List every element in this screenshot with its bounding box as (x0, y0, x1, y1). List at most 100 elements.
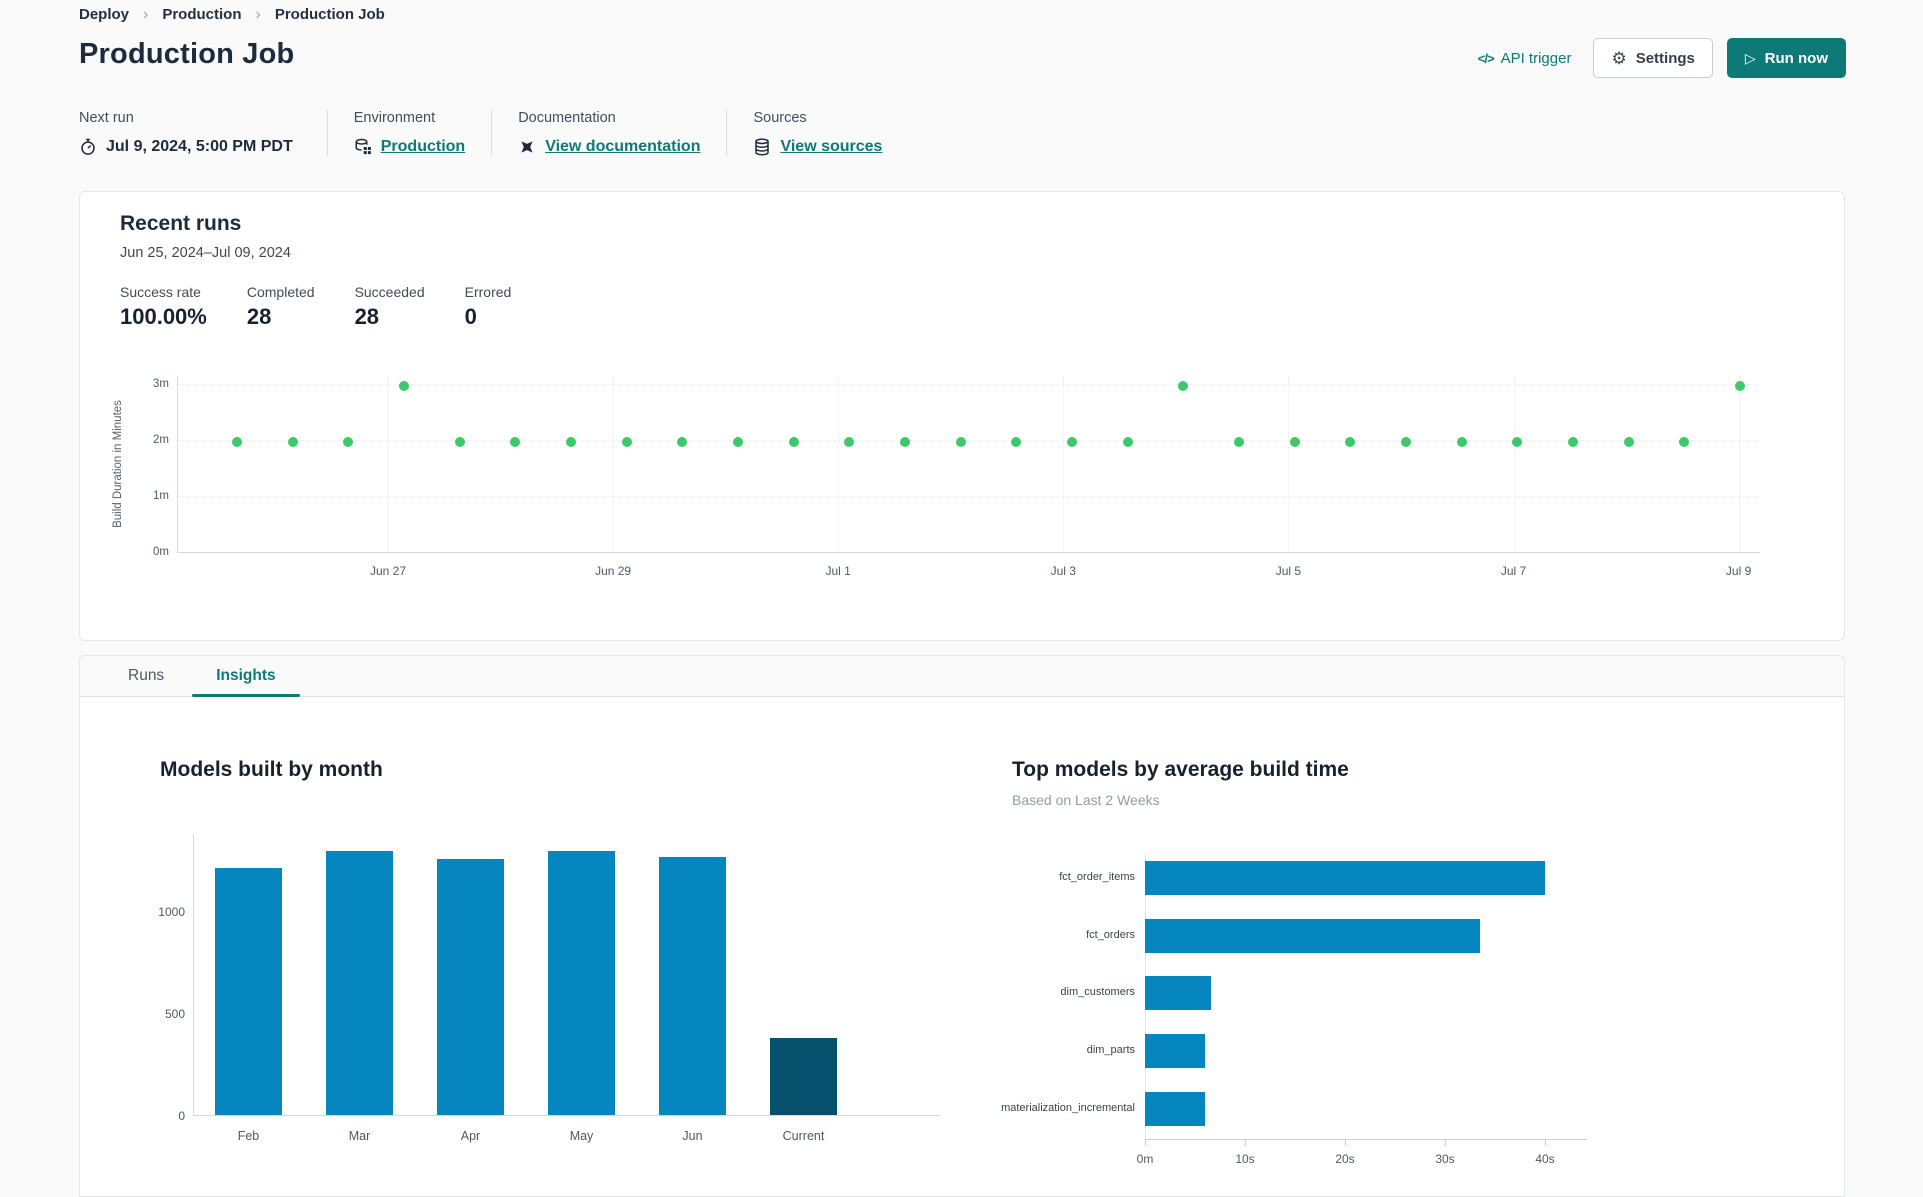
month-bar (548, 851, 615, 1115)
api-trigger-link[interactable]: </> API trigger (1478, 50, 1572, 67)
x-tick-label: Jun 27 (369, 564, 407, 578)
models-built-chart-title: Models built by month (160, 758, 383, 781)
stat-success-rate: Success rate 100.00% (120, 284, 207, 330)
y-tick-label: 2m (153, 434, 169, 446)
run-dot (232, 436, 242, 447)
top-models-chart-title: Top models by average build time (1012, 758, 1349, 781)
gridline (177, 440, 1760, 441)
y-tick-label: 500 (164, 1007, 185, 1021)
build-time-bar (1145, 1034, 1205, 1069)
x-tick-mark (1245, 1139, 1246, 1146)
month-bar (326, 851, 393, 1115)
x-tick-label: 20s (1335, 1152, 1355, 1166)
model-label: materialization_incremental (1001, 1101, 1135, 1114)
y-tick-label: 1m (153, 490, 169, 502)
run-dot (1512, 436, 1523, 447)
x-axis-line (1145, 1139, 1587, 1140)
run-dot (510, 436, 521, 447)
run-dot (1289, 436, 1300, 447)
x-tick-label: 40s (1535, 1152, 1555, 1166)
x-tick-label: 30s (1435, 1152, 1455, 1166)
run-now-label: Run now (1764, 49, 1828, 67)
meta-next-run: Next run Jul 9, 2024, 5:00 PM PDT (79, 110, 327, 156)
x-tick-label: Jul 5 (1275, 564, 1302, 578)
next-run-label: Next run (79, 110, 134, 126)
run-dot (1623, 436, 1634, 447)
build-time-bar (1145, 861, 1545, 895)
y-axis-line (177, 376, 178, 553)
next-run-value: Jul 9, 2024, 5:00 PM PDT (106, 138, 293, 155)
meta-documentation: Documentation View documentation (491, 110, 726, 156)
api-trigger-label: API trigger (1500, 49, 1572, 67)
run-dot (621, 436, 632, 447)
x-tick-label: Jun (682, 1129, 703, 1143)
environment-icon (354, 138, 372, 156)
gridline (1288, 376, 1290, 552)
y-tick-label: 1000 (158, 905, 185, 919)
job-meta-row: Next run Jul 9, 2024, 5:00 PM PDT Enviro… (79, 110, 908, 156)
model-label: dim_customers (1060, 986, 1135, 999)
x-tick-label: Jul 9 (1725, 564, 1752, 578)
run-dot (398, 380, 409, 391)
run-dot (343, 436, 354, 447)
stopwatch-icon (79, 138, 97, 156)
run-dot (1456, 436, 1467, 447)
x-tick-label: 0m (1136, 1152, 1154, 1166)
run-dot (454, 436, 465, 447)
settings-button[interactable]: ⚙ Settings (1593, 38, 1713, 78)
stat-label: Errored (464, 284, 512, 300)
x-tick-label: Mar (348, 1129, 371, 1143)
stat-value: 28 (246, 304, 272, 329)
x-tick-label: Feb (237, 1129, 260, 1143)
x-tick-label: Jul 3 (1050, 564, 1076, 578)
run-dot (1178, 380, 1189, 391)
y-tick-label: 0 (178, 1109, 185, 1123)
run-now-button[interactable]: ▷ Run now (1726, 38, 1846, 78)
stat-label: Success rate (120, 284, 201, 300)
x-tick-label: Jun 29 (595, 564, 632, 578)
breadcrumb-separator-icon: › (143, 5, 149, 23)
run-dot (1233, 436, 1244, 447)
model-label: dim_parts (1086, 1044, 1135, 1057)
gridline (177, 384, 1760, 385)
run-duration-chart: Jun 27 Jun 29 Jul 1 Jul 3 Jul 5 Jul 7 Jul 9 0m 1… (100, 330, 1820, 600)
run-dot (899, 436, 910, 447)
x-tick-label: Current (782, 1129, 825, 1143)
x-axis-line (177, 552, 1760, 553)
code-icon: </> (1477, 50, 1495, 66)
top-models-chart: fct_order_items fct_orders dim_customers di… (1000, 850, 1680, 1180)
view-sources-link[interactable]: View sources (780, 138, 882, 156)
settings-label: Settings (1635, 49, 1695, 67)
breadcrumb: Deploy › Production › Production Job (79, 6, 385, 23)
view-documentation-link[interactable]: View documentation (545, 138, 700, 156)
tab-runs[interactable]: Runs (102, 656, 190, 696)
breadcrumb-item-deploy[interactable]: Deploy (79, 6, 129, 23)
gridline (177, 496, 1760, 497)
breadcrumb-item-production[interactable]: Production (162, 6, 241, 23)
page-title: Production Job (79, 38, 295, 70)
stat-succeeded: Succeeded 28 (355, 284, 425, 330)
environment-link[interactable]: Production (381, 138, 465, 156)
month-bar (659, 857, 726, 1115)
x-tick-label: Jul 7 (1500, 564, 1527, 578)
y-tick-label: 3m (153, 378, 169, 390)
stat-label: Completed (246, 284, 315, 300)
run-dot (287, 436, 298, 447)
build-time-bar (1145, 918, 1480, 953)
database-icon (753, 138, 771, 156)
gear-icon: ⚙ (1611, 48, 1627, 68)
run-dot (955, 436, 966, 447)
gridline (388, 376, 389, 552)
recent-runs-stats: Success rate 100.00% Completed 28 Succee… (120, 284, 511, 330)
model-label: fct_orders (1086, 928, 1135, 941)
x-axis-line (193, 1115, 940, 1116)
y-axis-line (193, 834, 194, 1115)
tab-insights[interactable]: Insights (190, 656, 301, 697)
meta-environment: Environment Production (326, 110, 491, 156)
stat-label: Succeeded (354, 284, 425, 300)
stat-errored: Errored 0 (465, 284, 512, 330)
run-dot (1122, 436, 1133, 447)
run-dot (1400, 436, 1411, 447)
run-dot (788, 436, 799, 447)
month-bar (215, 868, 282, 1115)
